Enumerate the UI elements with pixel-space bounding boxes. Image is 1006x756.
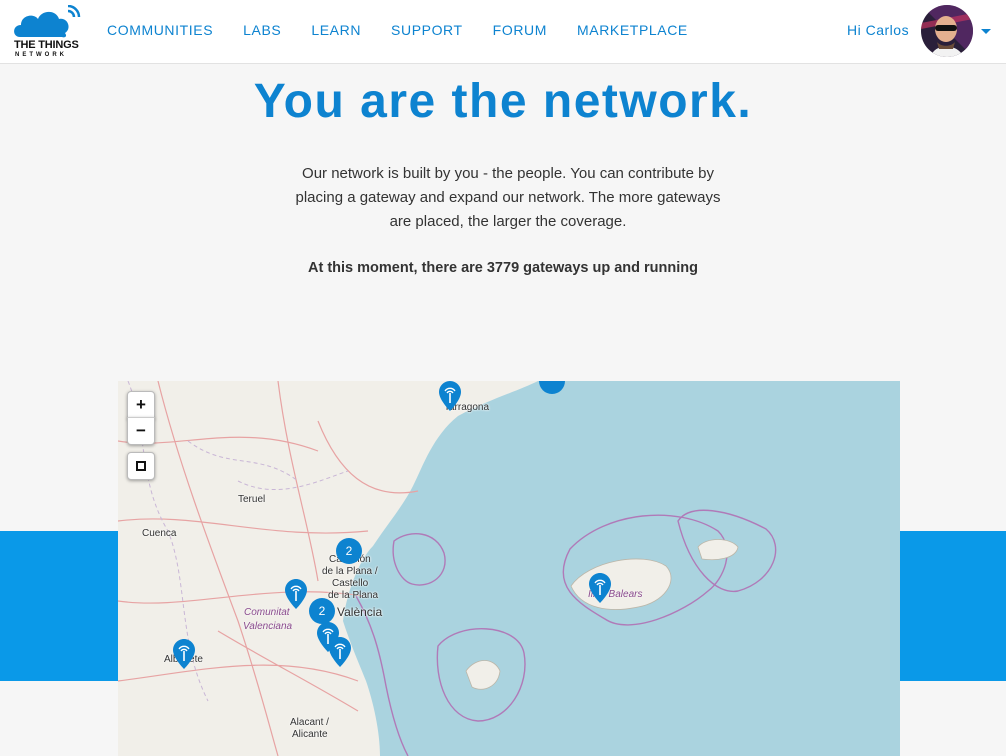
gateway-marker-coast[interactable]: [329, 637, 351, 667]
nav-labs[interactable]: LABS: [243, 22, 281, 38]
cloud-icon: [14, 4, 81, 38]
intro-text: Our network is built by you - the people…: [295, 165, 721, 230]
nav-marketplace[interactable]: MARKETPLACE: [577, 22, 688, 38]
gateway-map[interactable]: + − Tarragona Teruel Cuenca Castellón de…: [118, 381, 900, 756]
nav-learn[interactable]: LEARN: [311, 22, 361, 38]
gateway-marker-albacete[interactable]: [173, 639, 195, 669]
page-title: You are the network.: [253, 75, 753, 128]
main-nav: COMMUNITIES LABS LEARN SUPPORT FORUM MAR…: [107, 22, 718, 38]
nav-communities[interactable]: COMMUNITIES: [107, 22, 213, 38]
gateway-cluster-valencia[interactable]: 2: [309, 598, 335, 624]
user-greeting[interactable]: Hi Carlos: [847, 22, 909, 38]
draw-rectangle-button[interactable]: [127, 452, 155, 480]
nav-forum[interactable]: FORUM: [493, 22, 547, 38]
nav-support[interactable]: SUPPORT: [391, 22, 463, 38]
region-label-comunitat-2: Valenciana: [243, 621, 293, 632]
city-label-castellon-3: Castello: [332, 578, 369, 589]
square-icon: [136, 461, 146, 471]
zoom-out-button[interactable]: −: [127, 417, 155, 445]
region-label-comunitat-1: Comunitat: [244, 607, 290, 618]
city-label-cuenca: Cuenca: [142, 528, 177, 539]
city-label-teruel: Teruel: [238, 494, 266, 505]
city-label-castellon-2: de la Plana /: [322, 566, 378, 577]
gateway-count-text: At this moment, there are 3779 gateways …: [308, 260, 698, 276]
logo-text-line1: THE THINGS: [14, 39, 79, 51]
city-label-castellon-4: de la Plana: [328, 590, 379, 601]
logo-text-line2: NETWORK: [15, 52, 67, 58]
ttn-logo[interactable]: THE THINGS NETWORK: [12, 4, 84, 59]
city-label-valencia: València: [337, 605, 383, 619]
gateway-marker-mallorca[interactable]: [589, 573, 611, 603]
gateway-marker-interior[interactable]: [285, 579, 307, 609]
zoom-in-button[interactable]: +: [127, 391, 155, 419]
gateway-pin-icon: [285, 579, 307, 609]
avatar[interactable]: [921, 5, 973, 57]
gateway-pin-icon: [173, 639, 195, 669]
gateway-marker-tarragona[interactable]: [439, 381, 461, 411]
gateway-cluster-castellon[interactable]: 2: [336, 538, 362, 564]
chevron-down-icon[interactable]: [981, 29, 991, 34]
gateway-pin-icon: [439, 381, 461, 411]
gateway-pin-icon: [589, 573, 611, 603]
top-navbar: THE THINGS NETWORK COMMUNITIES LABS LEAR…: [0, 0, 1006, 64]
city-label-alicante-1: Alacant /: [290, 717, 329, 728]
map-basemap: [118, 381, 900, 756]
gateway-pin-icon: [329, 637, 351, 667]
city-label-alicante-2: Alicante: [292, 729, 328, 740]
